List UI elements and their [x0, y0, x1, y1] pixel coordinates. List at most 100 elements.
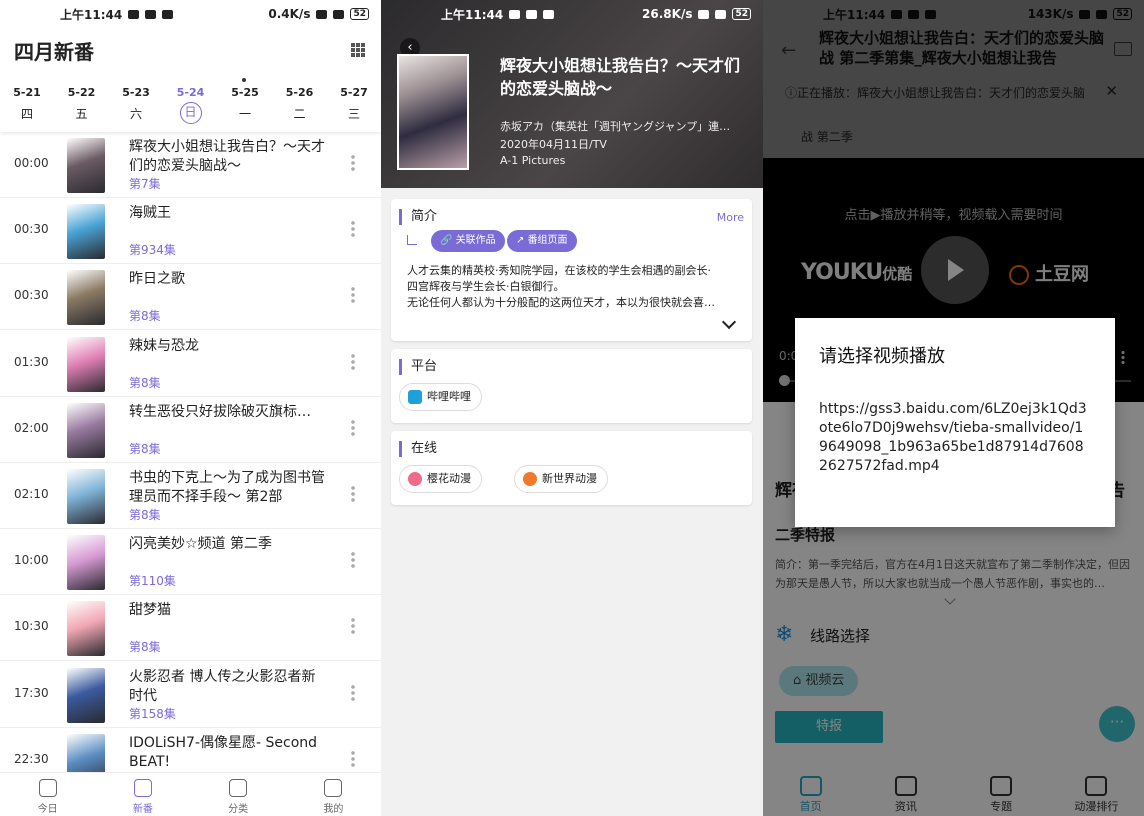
- related-works-label: 关联作品: [455, 235, 496, 246]
- online-source-chip[interactable]: 樱花动漫: [399, 465, 482, 493]
- more-options-icon[interactable]: [351, 154, 355, 172]
- air-time: 00:30: [14, 288, 49, 303]
- intro-line: 人才云集的精英校·秀知院学园，在该校的学生会相遇的副会长·: [407, 264, 711, 277]
- air-time: 00:30: [14, 222, 49, 237]
- episode-label: 第8集: [129, 309, 161, 324]
- message-icon: [128, 9, 140, 19]
- status-time: 上午11:44: [441, 7, 504, 22]
- intro-text: 人才云集的精英校·秀知院学园，在该校的学生会相遇的副会长· 四宫辉夜与学生会长·…: [407, 263, 742, 311]
- more-options-icon[interactable]: [351, 485, 355, 503]
- online-header: 在线: [399, 441, 437, 457]
- more-options-icon[interactable]: [351, 286, 355, 305]
- anime-name: IDOLiSH7-偶像星愿- Second BEAT!: [129, 734, 318, 770]
- nav-icon: [133, 779, 152, 797]
- list-item[interactable]: 00:30 海贼王 第934集: [0, 198, 381, 265]
- date-label: 5-22: [67, 86, 96, 99]
- date-label: 5-26: [285, 86, 314, 99]
- date-label: 5-24: [176, 86, 205, 99]
- more-link[interactable]: More: [717, 211, 744, 224]
- date-label: 5-21: [13, 86, 41, 99]
- list-item[interactable]: 17:30 火影忍者 博人传之火影忍者新时代 第158集: [0, 662, 381, 728]
- detail-screen: 上午11:44 26.8K/s 52 ‹ 辉夜大小姐想让我告白？～天才们的恋爱头脑…: [381, 0, 763, 816]
- message-icon: [509, 9, 521, 19]
- date-tab-5-24[interactable]: 5-24 日: [164, 74, 218, 124]
- date-tab-5-26[interactable]: 5-26 二: [273, 74, 327, 122]
- anime-thumbnail: [67, 336, 105, 392]
- date-tab-5-27[interactable]: 5-27 三: [327, 74, 381, 122]
- program-page-label: 番组页面: [527, 235, 568, 246]
- list-item[interactable]: 10:00 闪亮美妙☆频道 第二季 第110集: [0, 529, 381, 596]
- weekday-label: 日: [179, 102, 202, 124]
- status-time: 上午11:44: [60, 7, 123, 22]
- list-item[interactable]: 01:30 辣妹与恐龙 第8集: [0, 331, 381, 397]
- nav-tab-3[interactable]: 我的: [286, 773, 381, 816]
- weekday-label: 一: [238, 107, 251, 121]
- date-tab-5-23[interactable]: 5-23 六: [109, 74, 163, 122]
- date-tab-5-22[interactable]: 5-22 五: [55, 74, 109, 122]
- related-works-button[interactable]: 🔗 关联作品: [431, 230, 505, 252]
- nav-tab-2[interactable]: 分类: [191, 773, 286, 816]
- date-label: 5-23: [122, 86, 150, 99]
- page-title: 四月新番: [14, 39, 94, 64]
- nav-label: 新番: [132, 804, 153, 815]
- anime-thumbnail: [67, 535, 105, 591]
- signal-icon: [316, 9, 328, 19]
- air-time: 01:30: [14, 354, 49, 369]
- anime-name: 昨日之歌: [129, 271, 185, 288]
- weekday-label: 六: [129, 107, 142, 121]
- anime-name: 闪亮美妙☆频道 第二季: [129, 536, 273, 553]
- battery-icon: 52: [732, 8, 751, 20]
- nav-icon: [324, 779, 343, 797]
- online-source-chip[interactable]: 新世界动漫: [514, 465, 608, 493]
- anime-thumbnail: [67, 667, 105, 723]
- weekday-label: 五: [75, 107, 88, 121]
- list-item[interactable]: 02:00 转生恶役只好拔除破灭旗标… 第8集: [0, 397, 381, 463]
- sub-arrow-icon: [407, 235, 417, 245]
- more-options-icon[interactable]: [351, 683, 355, 702]
- anime-name: 火影忍者 博人传之火影忍者新时代: [129, 668, 316, 704]
- anime-thumbnail: [67, 204, 105, 260]
- nav-tab-0[interactable]: 今日: [0, 773, 95, 816]
- nav-tab-1[interactable]: 新番: [95, 773, 190, 816]
- platform-header: 平台: [399, 359, 437, 375]
- app-header: 四月新番: [0, 28, 381, 72]
- date-tab-5-21[interactable]: 5-21 四: [0, 74, 54, 122]
- expand-chevron-icon[interactable]: [721, 314, 737, 330]
- source-icon: [523, 472, 537, 486]
- intro-header: 简介: [399, 209, 437, 225]
- more-options-icon[interactable]: [351, 551, 355, 570]
- platform-card: 平台 哔哩哔哩: [391, 349, 752, 423]
- anime-author: 赤坂アカ（集英社「週刊ヤングジャンプ」連…: [500, 120, 731, 133]
- nav-label: 我的: [323, 804, 344, 815]
- list-item[interactable]: 00:00 辉夜大小姐想让我告白？～天才们的恋爱头脑战～ 第7集: [0, 132, 381, 198]
- program-page-button[interactable]: ↗ 番组页面: [507, 230, 577, 252]
- intro-line: 四宫辉夜与学生会长·白银御行。: [407, 280, 565, 293]
- list-item[interactable]: 10:30 甜梦猫 第8集: [0, 595, 381, 662]
- list-item[interactable]: 02:10 书虫的下克上～为了成为图书管理员而不择手段～ 第2部 第8集: [0, 463, 381, 529]
- list-item[interactable]: 00:30 昨日之歌第8集: [0, 264, 381, 331]
- source-label: 新世界动漫: [542, 472, 597, 485]
- video-choice-dialog: 请选择视频播放 https://gss3.baidu.com/6LZ0ej3k1…: [795, 318, 1115, 527]
- more-options-icon[interactable]: [351, 220, 355, 239]
- more-options-icon[interactable]: [351, 418, 355, 437]
- weekday-label: 二: [293, 107, 306, 121]
- nav-icon: [38, 779, 57, 797]
- more-options-icon[interactable]: [351, 617, 355, 636]
- platform-chip[interactable]: 哔哩哔哩: [399, 383, 482, 411]
- detail-hero: 上午11:44 26.8K/s 52 ‹ 辉夜大小姐想让我告白？～天才们的恋爱头脑…: [381, 0, 763, 188]
- online-card: 在线 樱花动漫 新世界动漫: [391, 431, 752, 505]
- wifi-icon: [715, 9, 727, 19]
- anime-name: 转生恶役只好拔除破灭旗标…: [129, 403, 311, 420]
- platform-label: 哔哩哔哩: [427, 390, 471, 403]
- more-options-icon[interactable]: [351, 749, 355, 768]
- air-time: 10:00: [14, 553, 49, 568]
- video-url-option[interactable]: https://gss3.baidu.com/6LZ0ej3k1Qd3ote6l…: [819, 400, 1089, 476]
- intro-line: 无论任何人都认为十分般配的这两位天才，本以为很快就会喜…: [407, 296, 715, 309]
- air-time: 02:10: [14, 487, 49, 501]
- status-speed: 0.4K/s: [268, 7, 311, 21]
- episode-label: 第110集: [129, 574, 176, 589]
- grid-view-icon[interactable]: [351, 43, 365, 57]
- list-item[interactable]: 22:30 IDOLiSH7-偶像星愿- Second BEAT!: [0, 728, 381, 772]
- nav-icon: [229, 779, 248, 797]
- more-options-icon[interactable]: [351, 352, 355, 371]
